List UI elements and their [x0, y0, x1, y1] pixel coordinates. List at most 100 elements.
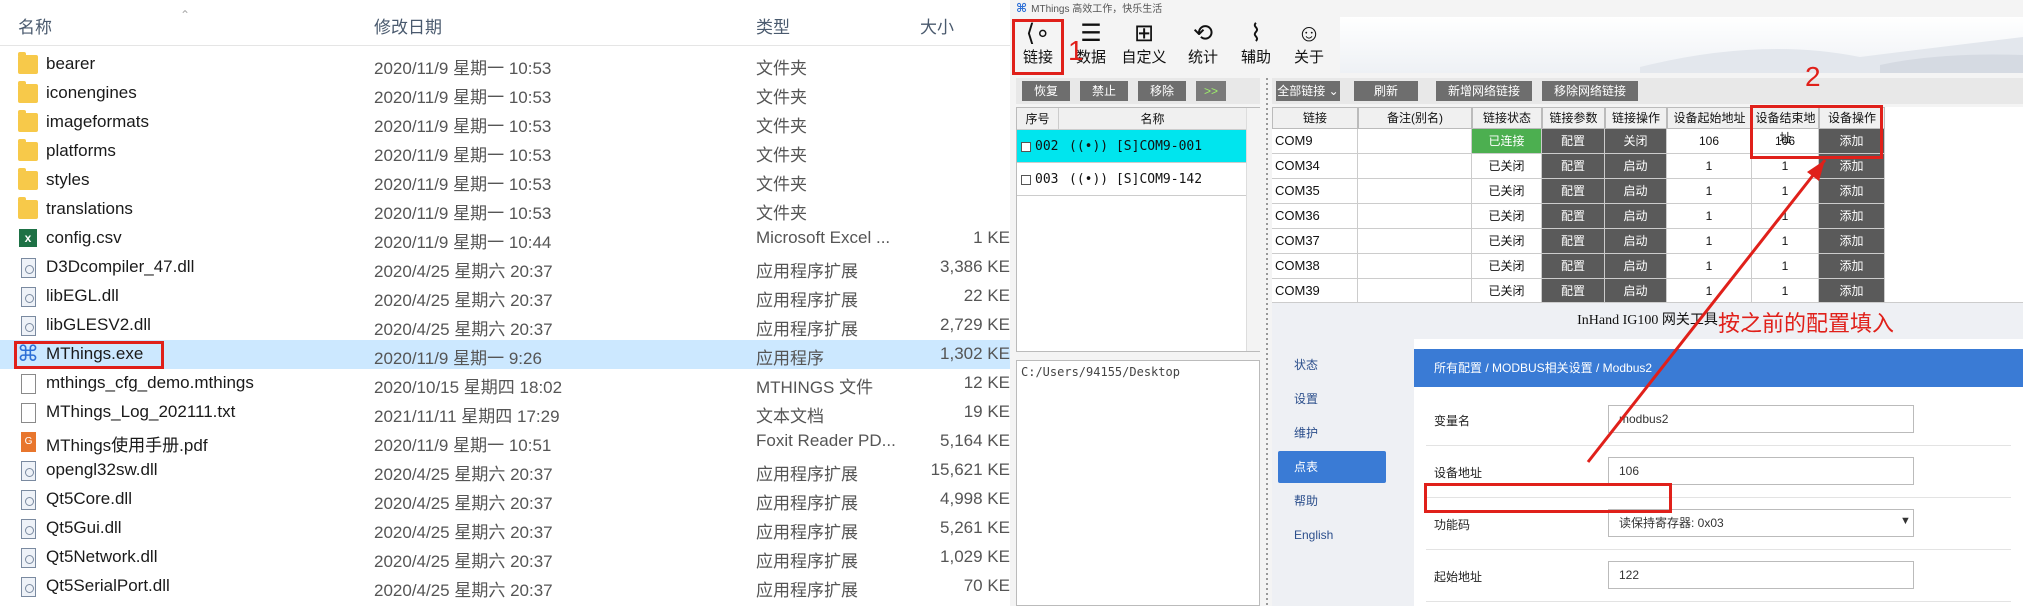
file-date: 2020/4/25 星期六 20:37: [374, 581, 553, 600]
file-type: 文件夹: [756, 59, 807, 78]
dll-icon: [21, 490, 36, 510]
column-header-row: 名称 ⌃ 修改日期 类型 大小: [0, 0, 1010, 46]
file-date: 2020/4/25 星期六 20:37: [374, 523, 553, 542]
file-row[interactable]: MThings_Log_202111.txt 2021/11/11 星期四 17:…: [0, 398, 1010, 427]
exe-highlight-box: [14, 341, 164, 369]
header-type[interactable]: 类型: [756, 13, 790, 38]
file-type: 文件夹: [756, 175, 807, 194]
dll-icon: [21, 316, 36, 336]
dll-icon: [21, 258, 36, 278]
file-type: 文件夹: [756, 88, 807, 107]
file-type: 文件夹: [756, 204, 807, 223]
file-name: imageformats: [46, 112, 149, 131]
file-type: 文件夹: [756, 146, 807, 165]
file-type: 应用程序扩展: [756, 552, 858, 571]
file-size: 1,302 KE: [940, 344, 1010, 363]
file-row[interactable]: styles 2020/11/9 星期一 10:53 文件夹: [0, 166, 1010, 195]
header-date[interactable]: 修改日期: [374, 13, 442, 38]
file-size: 2,729 KE: [940, 315, 1010, 334]
header-size[interactable]: 大小: [920, 13, 954, 38]
file-date: 2020/11/9 星期一 10:51: [374, 436, 552, 455]
file-date: 2021/11/11 星期四 17:29: [374, 407, 560, 426]
file-date: 2020/11/9 星期一 10:53: [374, 175, 552, 194]
file-row[interactable]: imageformats 2020/11/9 星期一 10:53 文件夹: [0, 108, 1010, 137]
file-row[interactable]: libGLESV2.dll 2020/4/25 星期六 20:37 应用程序扩展 2,…: [0, 311, 1010, 340]
file-name: Qt5SerialPort.dll: [46, 576, 170, 595]
header-name[interactable]: 名称: [18, 13, 52, 38]
folder-icon: [18, 197, 38, 219]
mthings-window: ⌘ MThings 高效工作，快乐生活 ⟨∘ 链接 ☰ 数据 ⊞ 自定义 ⟲ 统计 ⌇ 辅助 ☺ 关于 …: [1010, 0, 2023, 606]
file-size: 19 KE: [963, 402, 1010, 421]
file-size: 70 KE: [963, 576, 1010, 595]
file-type: 应用程序扩展: [756, 494, 858, 513]
file-name: libEGL.dll: [46, 286, 119, 305]
folder-icon: [18, 139, 38, 161]
file-date: 2020/4/25 星期六 20:37: [374, 320, 553, 339]
file-icon: [21, 374, 36, 394]
file-type: 应用程序扩展: [756, 291, 858, 310]
file-row[interactable]: opengl32sw.dll 2020/4/25 星期六 20:37 应用程序扩展 1…: [0, 456, 1010, 485]
text-icon: [21, 403, 36, 423]
file-row[interactable]: x config.csv 2020/11/9 星期一 10:44 Microsoft …: [0, 224, 1010, 253]
file-row[interactable]: Qt5Core.dll 2020/4/25 星期六 20:37 应用程序扩展 4,99…: [0, 485, 1010, 514]
file-row[interactable]: D3Dcompiler_47.dll 2020/4/25 星期六 20:37 应用程…: [0, 253, 1010, 282]
file-type: 文件夹: [756, 117, 807, 136]
file-name: MThings使用手册.pdf: [46, 436, 208, 455]
file-date: 2020/4/25 星期六 20:37: [374, 291, 553, 310]
file-date: 2020/11/9 星期一 10:53: [374, 204, 552, 223]
file-row[interactable]: Qt5SerialPort.dll 2020/4/25 星期六 20:37 应用程序…: [0, 572, 1010, 601]
file-date: 2020/11/9 星期一 10:44: [374, 233, 552, 252]
file-explorer: 名称 ⌃ 修改日期 类型 大小 bearer 2020/11/9 星期一 10:5…: [0, 0, 1010, 606]
file-row[interactable]: iconengines 2020/11/9 星期一 10:53 文件夹: [0, 79, 1010, 108]
file-type: 应用程序扩展: [756, 465, 858, 484]
annotation-note: 按之前的配置填入: [1718, 311, 1895, 336]
file-date: 2020/11/9 星期一 10:53: [374, 88, 552, 107]
file-name: styles: [46, 170, 90, 189]
file-date: 2020/4/25 星期六 20:37: [374, 494, 553, 513]
file-row[interactable]: Qt5Network.dll 2020/4/25 星期六 20:37 应用程序扩展 1…: [0, 543, 1010, 572]
file-date: 2020/11/9 星期一 10:53: [374, 117, 552, 136]
file-type: Microsoft Excel ...: [756, 228, 891, 247]
annotation-arrow: [1586, 159, 1827, 463]
file-date: 2020/10/15 星期四 18:02: [374, 378, 563, 397]
file-name: translations: [46, 199, 133, 218]
file-type: 文本文档: [756, 407, 824, 426]
file-row[interactable]: Qt5Gui.dll 2020/4/25 星期六 20:37 应用程序扩展 5,261…: [0, 514, 1010, 543]
dll-icon: [21, 519, 36, 539]
file-row[interactable]: platforms 2020/11/9 星期一 10:53 文件夹: [0, 137, 1010, 166]
file-type: 应用程序扩展: [756, 262, 858, 281]
file-name: mthings_cfg_demo.mthings: [46, 373, 254, 392]
file-size: 15,621 KE: [930, 460, 1010, 479]
file-type: 应用程序扩展: [756, 581, 858, 600]
file-name: iconengines: [46, 83, 137, 102]
file-row[interactable]: translations 2020/11/9 星期一 10:53 文件夹: [0, 195, 1010, 224]
file-size: 5,164 KE: [940, 431, 1010, 450]
file-row[interactable]: bearer 2020/11/9 星期一 10:53 文件夹: [0, 50, 1010, 79]
file-date: 2020/11/9 星期一 9:26: [374, 349, 542, 368]
file-size: 3,386 KE: [940, 257, 1010, 276]
file-size: 1,029 KE: [940, 547, 1010, 566]
file-name: opengl32sw.dll: [46, 460, 158, 479]
file-row[interactable]: libEGL.dll 2020/4/25 星期六 20:37 应用程序扩展 22 KE: [0, 282, 1010, 311]
excel-icon: x: [19, 229, 37, 247]
file-date: 2020/11/9 星期一 10:53: [374, 146, 552, 165]
file-size: 22 KE: [963, 286, 1010, 305]
file-name: Qt5Core.dll: [46, 489, 132, 508]
dll-icon: [21, 461, 36, 481]
file-type: 应用程序扩展: [756, 523, 858, 542]
file-type: MTHINGS 文件: [756, 378, 874, 397]
file-type: Foxit Reader PD...: [756, 431, 896, 450]
file-date: 2020/4/25 星期六 20:37: [374, 552, 553, 571]
file-row[interactable]: G MThings使用手册.pdf 2020/11/9 星期一 10:51 Foxit…: [0, 427, 1010, 456]
folder-icon: [18, 81, 38, 103]
file-name: config.csv: [46, 228, 122, 247]
folder-icon: [18, 52, 38, 74]
dll-icon: [21, 577, 36, 597]
dll-icon: [21, 287, 36, 307]
file-size: 12 KE: [963, 373, 1010, 392]
file-type: 应用程序: [756, 349, 824, 368]
file-date: 2020/4/25 星期六 20:37: [374, 465, 553, 484]
file-size: 5,261 KE: [940, 518, 1010, 537]
file-row[interactable]: mthings_cfg_demo.mthings 2020/10/15 星期四 1…: [0, 369, 1010, 398]
file-name: MThings_Log_202111.txt: [46, 402, 236, 421]
